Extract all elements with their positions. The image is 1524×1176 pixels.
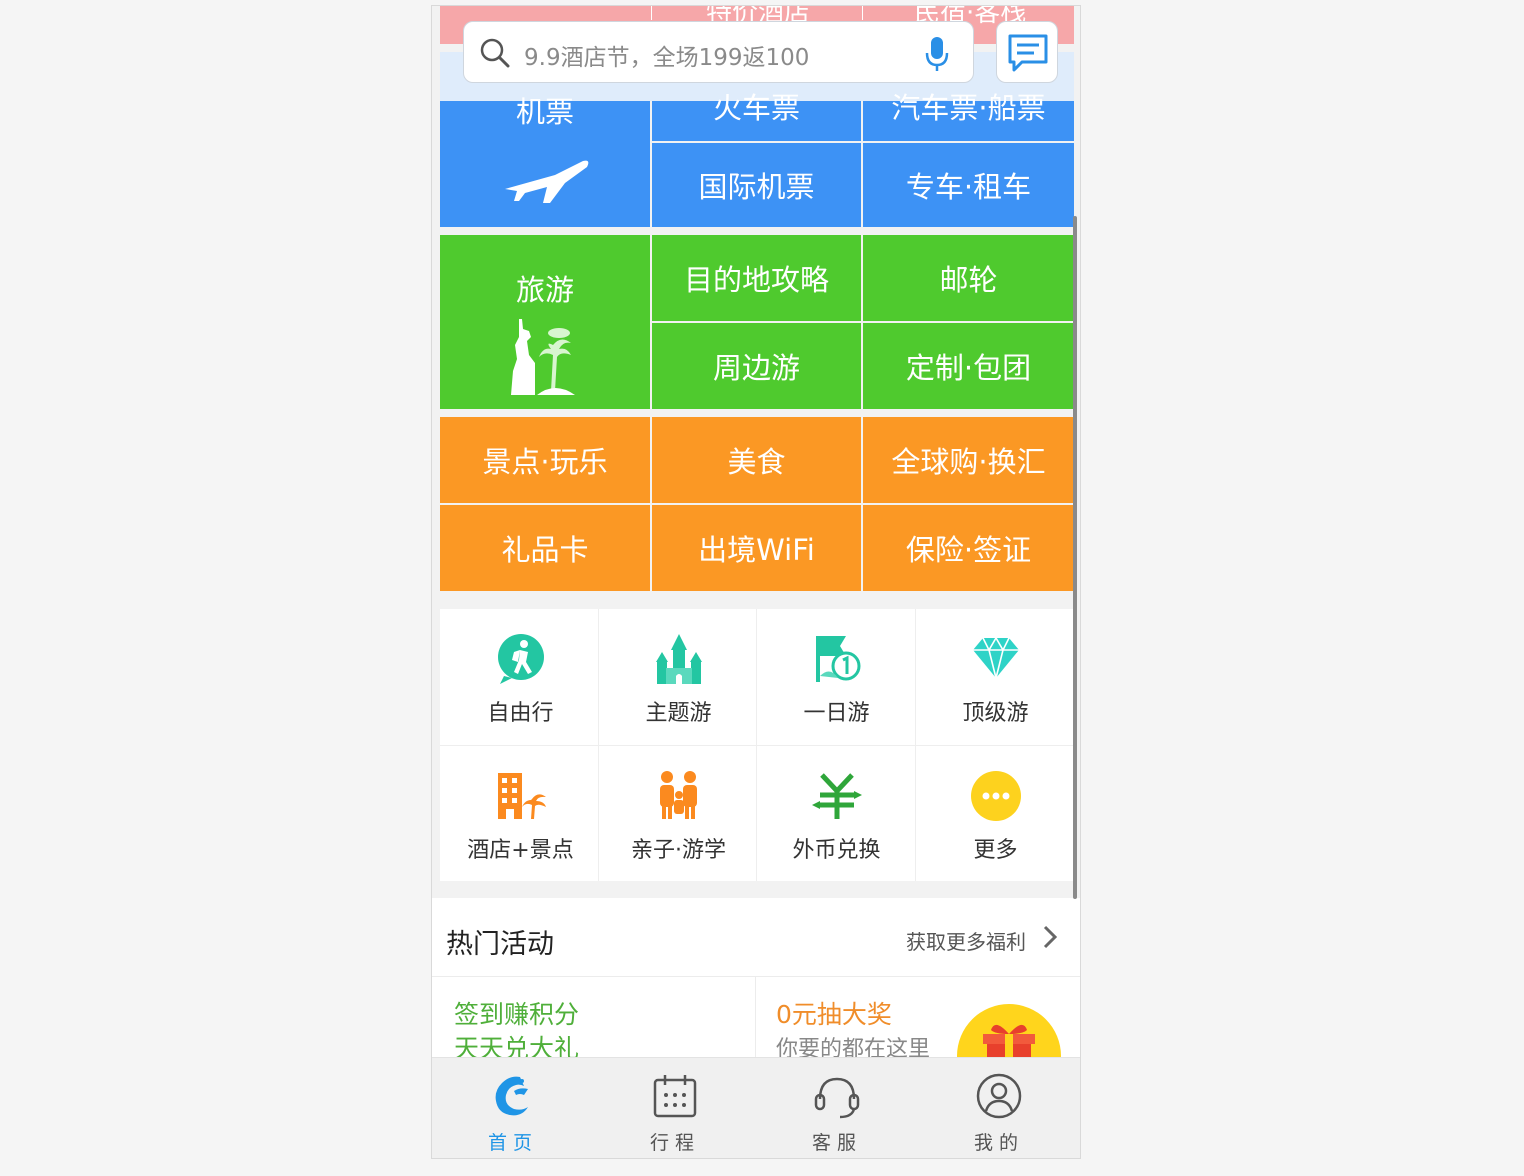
category-label: 主题游 bbox=[645, 701, 712, 726]
more-icon bbox=[970, 771, 1021, 821]
search-input[interactable]: 9.9酒店节，全场199返100 bbox=[524, 38, 809, 72]
category-currency-exchange[interactable]: 外币兑换 bbox=[758, 746, 915, 882]
more-benefits-link[interactable]: 获取更多福利 bbox=[906, 926, 1026, 955]
category-panel: 自由行 主题游 一日游 顶级游 酒店+景点 亲子·游学 外币兑换 更多 bbox=[440, 609, 1074, 881]
dolphin-home-icon bbox=[495, 1076, 528, 1116]
one-day-flag-icon bbox=[815, 636, 860, 682]
headset-icon bbox=[814, 1077, 860, 1119]
guide-tile[interactable]: 目的地攻略 bbox=[652, 235, 861, 321]
scrollbar[interactable] bbox=[1073, 216, 1077, 899]
attractions-tile[interactable]: 景点·玩乐 bbox=[440, 417, 650, 503]
tab-itinerary[interactable]: 行程 bbox=[594, 1058, 756, 1158]
tab-label: 我的 bbox=[973, 1132, 1024, 1154]
nearby-tile[interactable]: 周边游 bbox=[652, 323, 861, 409]
food-tile[interactable]: 美食 bbox=[652, 417, 861, 503]
divider bbox=[862, 6, 863, 20]
search-icon bbox=[480, 38, 510, 68]
intl-flight-label: 国际机票 bbox=[698, 170, 815, 204]
divider bbox=[432, 976, 1080, 977]
tab-label: 客服 bbox=[811, 1132, 862, 1154]
food-label: 美食 bbox=[727, 445, 786, 479]
bus-ship-label: 汽车票·船票 bbox=[891, 91, 1046, 125]
travel-tile[interactable]: 旅游 bbox=[440, 235, 650, 409]
section-title: 热门活动 bbox=[446, 929, 554, 960]
wifi-label: 出境WiFi bbox=[698, 533, 815, 567]
attractions-label: 景点·玩乐 bbox=[482, 445, 608, 479]
flight-tile[interactable]: 机票 bbox=[440, 95, 650, 227]
search-bar[interactable]: 9.9酒店节，全场199返100 bbox=[463, 21, 974, 83]
currency-exchange-icon bbox=[811, 773, 862, 819]
car-rental-tile[interactable]: 专车·租车 bbox=[863, 143, 1074, 227]
tab-home[interactable]: 首页 bbox=[432, 1058, 594, 1158]
tab-label: 行程 bbox=[649, 1132, 700, 1154]
castle-icon bbox=[655, 634, 702, 684]
cruise-tile[interactable]: 邮轮 bbox=[863, 235, 1074, 321]
wifi-tile[interactable]: 出境WiFi bbox=[652, 505, 861, 591]
category-luxury-travel[interactable]: 顶级游 bbox=[917, 609, 1074, 745]
cruise-label: 邮轮 bbox=[939, 263, 998, 297]
family-icon bbox=[659, 771, 697, 819]
message-button[interactable] bbox=[996, 21, 1058, 83]
microphone-icon[interactable] bbox=[923, 35, 951, 73]
divider bbox=[651, 6, 652, 20]
category-more[interactable]: 更多 bbox=[917, 746, 1074, 882]
statue-of-liberty-icon bbox=[511, 319, 575, 395]
bus-ship-tile[interactable]: 汽车票·船票 bbox=[863, 91, 1074, 141]
global-buy-label: 全球购·换汇 bbox=[891, 445, 1046, 479]
bottom-tab-bar: 首页 行程 客服 我的 bbox=[432, 1057, 1080, 1158]
category-label: 外币兑换 bbox=[792, 838, 881, 863]
custom-tour-tile[interactable]: 定制·包团 bbox=[863, 323, 1074, 409]
category-free-travel[interactable]: 自由行 bbox=[442, 609, 599, 745]
flight-label: 机票 bbox=[515, 95, 574, 129]
category-label: 自由行 bbox=[487, 701, 554, 726]
gift-icon[interactable] bbox=[957, 1004, 1061, 1064]
category-family-study[interactable]: 亲子·游学 bbox=[600, 746, 757, 882]
category-label: 一日游 bbox=[803, 701, 870, 726]
category-label: 更多 bbox=[973, 838, 1018, 863]
global-buy-tile[interactable]: 全球购·换汇 bbox=[863, 417, 1074, 503]
chevron-right-icon[interactable] bbox=[1042, 924, 1058, 950]
nearby-label: 周边游 bbox=[712, 351, 800, 385]
hiker-icon bbox=[497, 634, 544, 684]
user-icon bbox=[976, 1073, 1022, 1119]
gift-card-tile[interactable]: 礼品卡 bbox=[440, 505, 650, 591]
app-screen: 特价酒店 民宿·客栈 机票 火车票 汽车票·船票 国际机票 专车·租车 旅游 目… bbox=[431, 5, 1081, 1159]
tab-customer-service[interactable]: 客服 bbox=[756, 1058, 918, 1158]
train-label: 火车票 bbox=[712, 91, 800, 125]
insurance-visa-label: 保险·签证 bbox=[905, 533, 1032, 567]
gift-card-label: 礼品卡 bbox=[501, 533, 589, 567]
lottery-promo-title[interactable]: 0元抽大奖 bbox=[776, 995, 892, 1031]
intl-flight-tile[interactable]: 国际机票 bbox=[652, 143, 861, 227]
travel-label: 旅游 bbox=[515, 273, 574, 307]
insurance-visa-tile[interactable]: 保险·签证 bbox=[863, 505, 1074, 591]
hotel-palm-icon bbox=[497, 773, 546, 819]
category-label: 酒店+景点 bbox=[467, 838, 574, 863]
car-rental-label: 专车·租车 bbox=[905, 170, 1032, 204]
train-tile[interactable]: 火车票 bbox=[652, 91, 861, 141]
message-icon bbox=[1008, 34, 1048, 72]
checkin-promo-title[interactable]: 签到赚积分 bbox=[454, 995, 579, 1031]
category-hotel-attraction[interactable]: 酒店+景点 bbox=[442, 746, 599, 882]
category-day-trip[interactable]: 一日游 bbox=[758, 609, 915, 745]
category-theme-travel[interactable]: 主题游 bbox=[600, 609, 757, 745]
tab-label: 首页 bbox=[487, 1132, 538, 1154]
airplane-icon bbox=[505, 160, 589, 203]
tab-profile[interactable]: 我的 bbox=[918, 1058, 1080, 1158]
calendar-icon bbox=[653, 1075, 697, 1118]
guide-label: 目的地攻略 bbox=[683, 263, 829, 297]
custom-tour-label: 定制·包团 bbox=[905, 351, 1032, 385]
diamond-icon bbox=[972, 636, 1019, 679]
category-label: 亲子·游学 bbox=[631, 838, 726, 863]
category-label: 顶级游 bbox=[962, 701, 1029, 726]
